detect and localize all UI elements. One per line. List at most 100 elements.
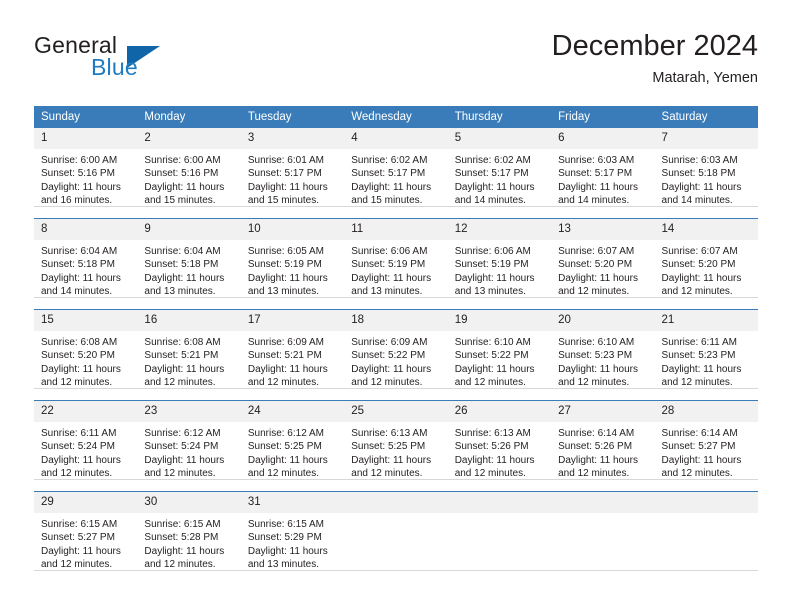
weekday-header-tuesday: Tuesday <box>240 106 345 128</box>
day-details: Sunrise: 6:15 AM Sunset: 5:29 PM Daylight:… <box>241 513 344 572</box>
day-cell[interactable]: 16 Sunrise: 6:08 AM Sunset: 5:21 PM Dayligh… <box>137 309 241 389</box>
daylight-text-line1: Daylight: 11 hours <box>144 454 225 466</box>
sunrise-text: Sunrise: 6:04 AM <box>144 246 221 257</box>
day-number <box>551 492 655 513</box>
day-details: Sunrise: 6:02 AM Sunset: 5:17 PM Daylight:… <box>344 149 447 208</box>
daylight-text-line2: and 12 minutes. <box>454 377 526 389</box>
day-cell[interactable]: 23 Sunrise: 6:12 AM Sunset: 5:24 PM Dayligh… <box>137 400 241 481</box>
day-cell[interactable]: 29 Sunrise: 6:15 AM Sunset: 5:27 PM Dayligh… <box>34 491 138 572</box>
week-row: 15 Sunrise: 6:08 AM Sunset: 5:20 PM Dayligh… <box>34 309 758 390</box>
sunset-text: Sunset: 5:18 PM <box>41 259 115 271</box>
daylight-text-line2: and 14 minutes. <box>661 195 733 207</box>
day-number <box>344 492 448 513</box>
day-cell-empty <box>447 491 552 571</box>
day-cell[interactable]: 5 Sunrise: 6:02 AM Sunset: 5:17 PM Daylight… <box>447 127 552 208</box>
day-cell[interactable]: 8 Sunrise: 6:04 AM Sunset: 5:18 PM Daylight… <box>34 218 138 298</box>
day-cell[interactable]: 22 Sunrise: 6:11 AM Sunset: 5:24 PM Dayligh… <box>34 400 138 481</box>
sunset-text: Sunset: 5:21 PM <box>144 350 219 362</box>
day-number: 1 <box>34 128 138 149</box>
day-number: 18 <box>344 310 448 331</box>
day-cell[interactable]: 26 Sunrise: 6:13 AM Sunset: 5:26 PM Dayligh… <box>447 400 552 480</box>
day-details: Sunrise: 6:15 AM Sunset: 5:27 PM Daylight:… <box>34 513 137 572</box>
day-details <box>655 513 758 518</box>
sunset-text: Sunset: 5:17 PM <box>247 168 322 180</box>
day-cell[interactable]: 27 Sunrise: 6:14 AM Sunset: 5:26 PM Dayligh… <box>551 400 655 480</box>
day-cell[interactable]: 4 Sunrise: 6:02 AM Sunset: 5:17 PM Daylight… <box>344 127 448 208</box>
daylight-text-line1: Daylight: 11 hours <box>41 272 121 284</box>
daylight-text-line2: and 15 minutes. <box>351 195 423 207</box>
sunset-text: Sunset: 5:16 PM <box>144 168 219 180</box>
daylight-text-line1: Daylight: 11 hours <box>351 454 432 466</box>
day-cell[interactable]: 24 Sunrise: 6:12 AM Sunset: 5:25 PM Dayligh… <box>240 400 345 480</box>
day-cell[interactable]: 28 Sunrise: 6:14 AM Sunset: 5:27 PM Dayligh… <box>654 400 758 480</box>
sunset-text: Sunset: 5:21 PM <box>247 350 322 362</box>
title-block: December 2024 Matarah, Yemen <box>552 28 758 89</box>
sunset-text: Sunset: 5:18 PM <box>144 259 219 271</box>
sunrise-text: Sunrise: 6:10 AM <box>558 337 635 348</box>
day-cell[interactable]: 14 Sunrise: 6:07 AM Sunset: 5:20 PM Dayligh… <box>654 218 758 299</box>
day-cell[interactable]: 21 Sunrise: 6:11 AM Sunset: 5:23 PM Dayligh… <box>654 309 758 389</box>
day-cell[interactable]: 12 Sunrise: 6:06 AM Sunset: 5:19 PM Dayligh… <box>447 218 552 298</box>
day-details: Sunrise: 6:08 AM Sunset: 5:20 PM Daylight:… <box>34 331 137 390</box>
day-number: 13 <box>551 219 655 240</box>
day-number: 31 <box>240 492 345 513</box>
day-cell[interactable]: 9 Sunrise: 6:04 AM Sunset: 5:18 PM Daylight… <box>137 218 241 298</box>
day-details: Sunrise: 6:07 AM Sunset: 5:20 PM Daylight:… <box>655 240 758 299</box>
day-details: Sunrise: 6:02 AM Sunset: 5:17 PM Daylight:… <box>448 149 551 208</box>
day-cell[interactable]: 18 Sunrise: 6:09 AM Sunset: 5:22 PM Dayligh… <box>344 309 448 389</box>
daylight-text-line2: and 12 minutes. <box>558 468 630 480</box>
day-number: 27 <box>551 401 655 422</box>
daylight-text-line1: Daylight: 11 hours <box>144 181 225 193</box>
sunrise-text: Sunrise: 6:07 AM <box>558 246 635 257</box>
day-number: 3 <box>240 128 345 149</box>
sunrise-text: Sunrise: 6:13 AM <box>454 428 531 439</box>
day-cell[interactable]: 30 Sunrise: 6:15 AM Sunset: 5:28 PM Dayligh… <box>137 491 241 571</box>
day-details <box>344 513 447 518</box>
day-cell[interactable]: 7 Sunrise: 6:03 AM Sunset: 5:18 PM Daylight… <box>654 127 758 207</box>
day-details: Sunrise: 6:11 AM Sunset: 5:24 PM Daylight:… <box>34 422 137 481</box>
daylight-text-line2: and 12 minutes. <box>661 468 733 480</box>
daylight-text-line2: and 12 minutes. <box>351 377 423 389</box>
day-cell[interactable]: 11 Sunrise: 6:06 AM Sunset: 5:19 PM Dayligh… <box>344 218 448 298</box>
daylight-text-line1: Daylight: 11 hours <box>351 181 432 193</box>
day-number: 14 <box>654 219 758 240</box>
sunrise-text: Sunrise: 6:06 AM <box>351 246 428 257</box>
day-cell[interactable]: 10 Sunrise: 6:05 AM Sunset: 5:19 PM Dayligh… <box>240 218 345 298</box>
day-number: 12 <box>447 219 552 240</box>
calendar-table: Sunday Monday Tuesday Wednesday Thursday… <box>34 106 758 571</box>
day-cell[interactable]: 6 Sunrise: 6:03 AM Sunset: 5:17 PM Daylight… <box>551 127 655 208</box>
day-cell[interactable]: 31 Sunrise: 6:15 AM Sunset: 5:29 PM Dayligh… <box>240 491 345 572</box>
sunrise-text: Sunrise: 6:13 AM <box>351 428 428 439</box>
general-blue-logo[interactable]: General Blue <box>34 32 214 92</box>
day-cell[interactable]: 25 Sunrise: 6:13 AM Sunset: 5:25 PM Dayligh… <box>344 400 448 480</box>
sunset-text: Sunset: 5:23 PM <box>661 350 736 362</box>
day-number: 9 <box>137 219 241 240</box>
sunrise-text: Sunrise: 6:02 AM <box>454 155 531 166</box>
day-details: Sunrise: 6:12 AM Sunset: 5:24 PM Daylight:… <box>137 422 240 481</box>
daylight-text-line2: and 12 minutes. <box>144 377 216 389</box>
day-cell[interactable]: 3 Sunrise: 6:01 AM Sunset: 5:17 PM Daylight… <box>240 127 345 207</box>
day-details: Sunrise: 6:03 AM Sunset: 5:17 PM Daylight:… <box>551 149 654 208</box>
day-cell[interactable]: 17 Sunrise: 6:09 AM Sunset: 5:21 PM Dayligh… <box>240 309 345 389</box>
day-number: 30 <box>137 492 241 513</box>
day-cell[interactable]: 20 Sunrise: 6:10 AM Sunset: 5:23 PM Dayligh… <box>551 309 655 390</box>
day-cell[interactable]: 13 Sunrise: 6:07 AM Sunset: 5:20 PM Dayligh… <box>551 218 655 298</box>
day-details: Sunrise: 6:10 AM Sunset: 5:23 PM Daylight:… <box>551 331 654 390</box>
week-spacer <box>34 206 758 219</box>
day-number: 5 <box>447 128 552 149</box>
daylight-text-line1: Daylight: 11 hours <box>351 363 432 375</box>
daylight-text-line1: Daylight: 11 hours <box>661 272 742 284</box>
day-cell[interactable]: 15 Sunrise: 6:08 AM Sunset: 5:20 PM Dayligh… <box>34 309 138 390</box>
sunset-text: Sunset: 5:19 PM <box>247 259 322 271</box>
daylight-text-line1: Daylight: 11 hours <box>454 181 535 193</box>
sunset-text: Sunset: 5:22 PM <box>351 350 426 362</box>
sunrise-text: Sunrise: 6:15 AM <box>41 519 118 530</box>
day-cell[interactable]: 19 Sunrise: 6:10 AM Sunset: 5:22 PM Dayligh… <box>447 309 552 389</box>
daylight-text-line1: Daylight: 11 hours <box>247 181 328 193</box>
sunrise-text: Sunrise: 6:15 AM <box>247 519 324 530</box>
sunset-text: Sunset: 5:26 PM <box>454 441 529 453</box>
sunset-text: Sunset: 5:28 PM <box>144 532 219 544</box>
day-cell[interactable]: 2 Sunrise: 6:00 AM Sunset: 5:16 PM Daylight… <box>137 127 241 207</box>
day-cell[interactable]: 1 Sunrise: 6:00 AM Sunset: 5:16 PM Daylight… <box>34 127 138 207</box>
daylight-text-line2: and 14 minutes. <box>558 195 630 207</box>
